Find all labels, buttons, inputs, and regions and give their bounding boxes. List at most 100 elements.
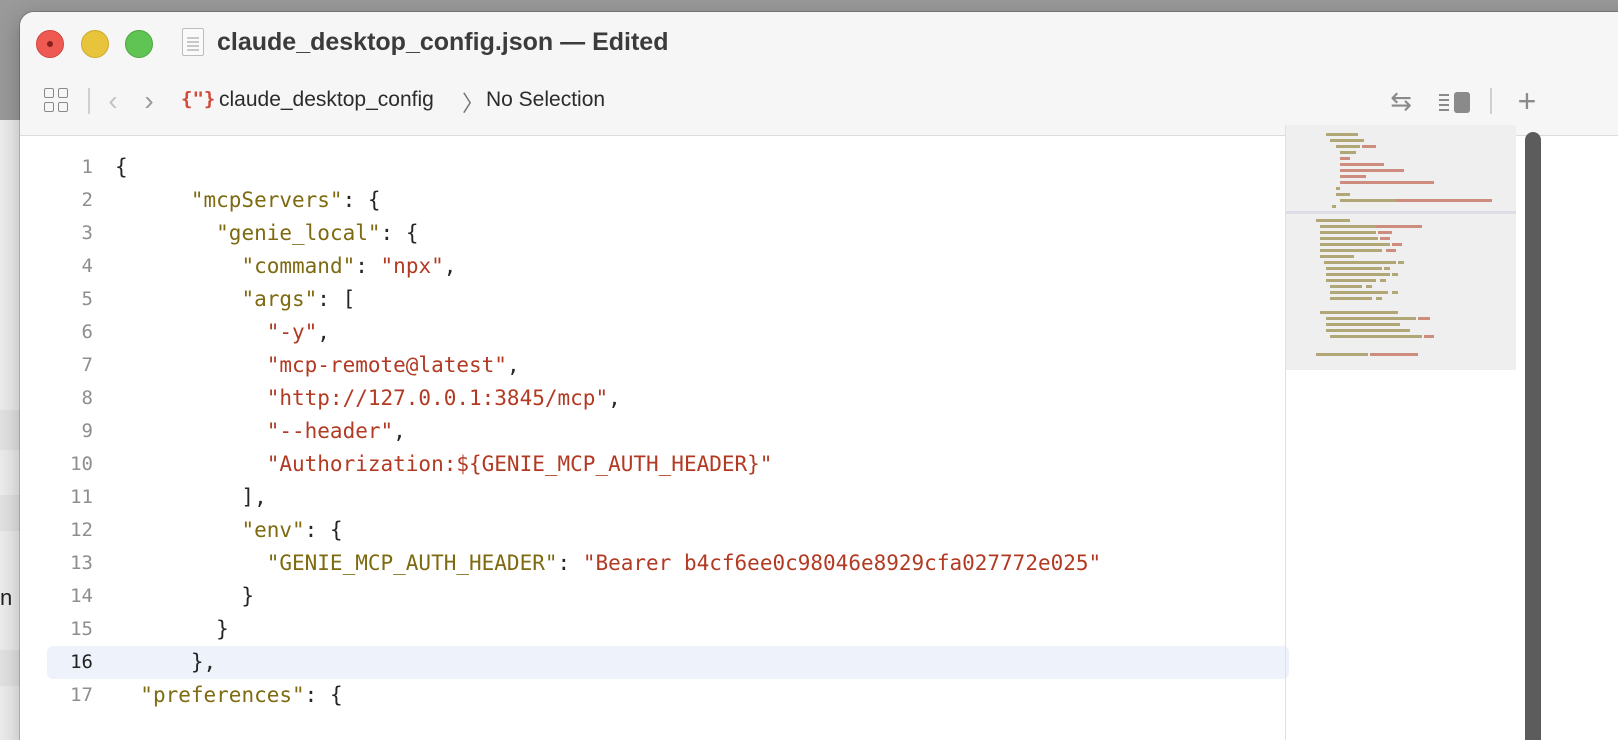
line-number: 8 bbox=[81, 387, 93, 409]
line-code: { bbox=[115, 155, 128, 179]
minimap-stroke bbox=[1340, 157, 1350, 160]
forward-chevron-icon[interactable]: › bbox=[138, 85, 160, 116]
inspector-toggle-icon[interactable] bbox=[1438, 90, 1472, 114]
minimap-stroke bbox=[1330, 139, 1364, 142]
minimap-stroke bbox=[1340, 181, 1434, 184]
code-line[interactable]: 16 }, bbox=[47, 646, 1289, 679]
add-icon[interactable]: + bbox=[1514, 83, 1540, 119]
minimap-stroke bbox=[1320, 231, 1376, 234]
swap-arrows-icon[interactable]: ⇆ bbox=[1386, 84, 1416, 118]
minimap-stroke bbox=[1398, 261, 1404, 264]
line-number: 13 bbox=[70, 552, 93, 574]
minimap-stroke bbox=[1392, 243, 1402, 246]
minimap-stroke bbox=[1330, 291, 1388, 294]
code-line[interactable]: 2 "mcpServers": { bbox=[47, 184, 1289, 217]
minimap-stroke bbox=[1332, 205, 1336, 208]
close-button[interactable] bbox=[36, 30, 64, 58]
minimap-stroke bbox=[1336, 193, 1350, 196]
minimap-stroke bbox=[1424, 335, 1434, 338]
breadcrumb-file[interactable]: claude_desktop_config bbox=[219, 88, 434, 112]
code-line[interactable]: 15 } bbox=[47, 613, 1289, 646]
line-code: "--header", bbox=[266, 419, 406, 443]
code-line[interactable]: 5 "args": [ bbox=[47, 283, 1289, 316]
minimap-stroke bbox=[1320, 311, 1398, 314]
line-number: 9 bbox=[81, 420, 93, 442]
minimap-stroke bbox=[1378, 231, 1392, 234]
line-code: } bbox=[115, 617, 229, 641]
code-line[interactable]: 3 "genie_local": { bbox=[47, 217, 1289, 250]
minimap-stroke bbox=[1418, 317, 1430, 320]
minimap-stroke bbox=[1340, 169, 1404, 172]
minimap-stroke bbox=[1366, 285, 1372, 288]
minimap-stroke bbox=[1362, 145, 1376, 148]
line-number: 5 bbox=[81, 288, 93, 310]
minimize-button[interactable] bbox=[81, 30, 109, 58]
minimap-stroke bbox=[1392, 291, 1398, 294]
minimap-stroke bbox=[1340, 151, 1356, 154]
minimap-stroke bbox=[1336, 145, 1360, 148]
minimap-stroke bbox=[1376, 225, 1422, 228]
code-line[interactable]: 1{ bbox=[47, 151, 1289, 184]
code-line[interactable]: 4 "command": "npx", bbox=[47, 250, 1289, 283]
code-line[interactable]: 7 "mcp-remote@latest", bbox=[47, 349, 1289, 382]
minimap-stroke bbox=[1320, 249, 1382, 252]
minimap-stroke bbox=[1376, 297, 1382, 300]
line-number: 14 bbox=[70, 585, 93, 607]
maximize-button[interactable] bbox=[125, 30, 153, 58]
line-code: ], bbox=[115, 485, 267, 509]
code-line[interactable]: 17 "preferences": { bbox=[47, 679, 1289, 712]
minimap-current-line bbox=[1286, 211, 1516, 214]
minimap-stroke bbox=[1320, 237, 1378, 240]
line-code: "-y", bbox=[266, 320, 330, 344]
code-line[interactable]: 12 "env": { bbox=[47, 514, 1289, 547]
minimap[interactable] bbox=[1286, 125, 1516, 370]
line-number: 11 bbox=[70, 486, 93, 508]
minimap-stroke bbox=[1320, 243, 1390, 246]
line-code: "args": [ bbox=[241, 287, 356, 311]
code-line[interactable]: 8 "http://127.0.0.1:3845/mcp", bbox=[47, 382, 1289, 415]
minimap-stroke bbox=[1330, 335, 1422, 338]
code-line[interactable]: 13 "GENIE_MCP_AUTH_HEADER": "Bearer b4cf… bbox=[47, 547, 1289, 580]
editor-window: claude_desktop_config.json — Edited ‹ › … bbox=[20, 12, 1618, 740]
code-editor[interactable]: 1{2 "mcpServers": {3 "genie_local": {4 "… bbox=[20, 137, 1306, 740]
line-number: 7 bbox=[81, 354, 93, 376]
minimap-stroke bbox=[1320, 255, 1354, 258]
minimap-stroke bbox=[1326, 317, 1416, 320]
code-line[interactable]: 6 "-y", bbox=[47, 316, 1289, 349]
minimap-stroke bbox=[1380, 279, 1386, 282]
minimap-stroke bbox=[1320, 225, 1376, 228]
minimap-stroke bbox=[1330, 285, 1362, 288]
code-line[interactable]: 10 "Authorization:${GENIE_MCP_AUTH_HEADE… bbox=[47, 448, 1289, 481]
line-code: } bbox=[115, 584, 255, 608]
line-number: 17 bbox=[70, 684, 93, 706]
back-chevron-icon[interactable]: ‹ bbox=[102, 85, 124, 116]
minimap-stroke bbox=[1340, 199, 1396, 202]
line-number: 2 bbox=[81, 189, 93, 211]
line-number: 15 bbox=[70, 618, 93, 640]
line-code: "mcpServers": { bbox=[190, 188, 381, 212]
toolbar-divider bbox=[1490, 88, 1492, 114]
vertical-scrollbar[interactable] bbox=[1525, 132, 1541, 740]
document-icon[interactable] bbox=[182, 28, 204, 56]
line-code: "GENIE_MCP_AUTH_HEADER": "Bearer b4cf6ee… bbox=[266, 551, 1102, 575]
line-number: 3 bbox=[81, 222, 93, 244]
line-code: "env": { bbox=[241, 518, 343, 542]
minimap-stroke bbox=[1316, 219, 1350, 222]
line-number: 6 bbox=[81, 321, 93, 343]
line-code: "preferences": { bbox=[140, 683, 343, 707]
line-code: "command": "npx", bbox=[241, 254, 457, 278]
code-line[interactable]: 11 ], bbox=[47, 481, 1289, 514]
minimap-stroke bbox=[1384, 267, 1390, 270]
minimap-stroke bbox=[1340, 163, 1384, 166]
minimap-stroke bbox=[1330, 297, 1372, 300]
code-line[interactable]: 14 } bbox=[47, 580, 1289, 613]
related-items-grid-icon[interactable] bbox=[44, 88, 70, 114]
minimap-stroke bbox=[1326, 329, 1410, 332]
code-line[interactable]: 9 "--header", bbox=[47, 415, 1289, 448]
breadcrumb-separator: 〉 bbox=[462, 91, 485, 116]
breadcrumb-selection[interactable]: No Selection bbox=[486, 88, 605, 112]
line-code: }, bbox=[115, 650, 217, 674]
line-code: "genie_local": { bbox=[216, 221, 419, 245]
line-number: 12 bbox=[70, 519, 93, 541]
line-code: "Authorization:${GENIE_MCP_AUTH_HEADER}" bbox=[266, 452, 773, 476]
